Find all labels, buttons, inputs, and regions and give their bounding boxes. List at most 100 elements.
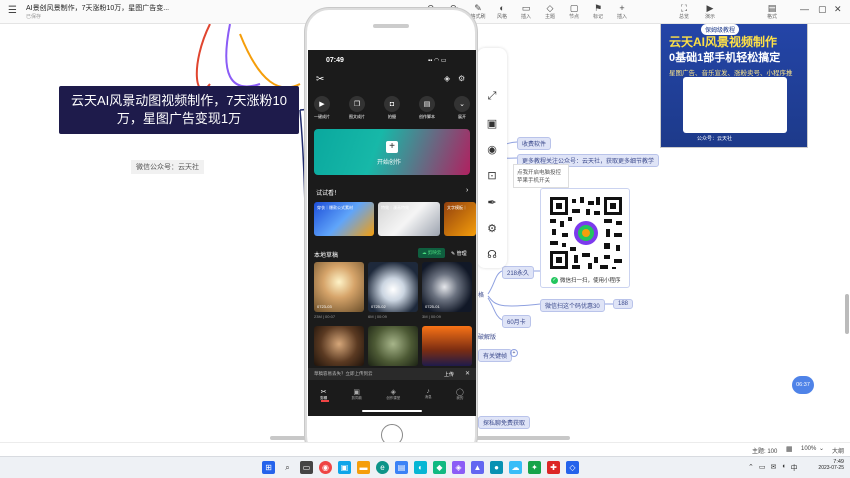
nav-profile[interactable]: ◯ 我的 — [456, 388, 464, 401]
try-card-1[interactable]: 穿衣｜爆款公式素材 — [314, 202, 374, 236]
upload-button[interactable]: 上传 — [444, 371, 454, 378]
coupon-price-node[interactable]: 188 — [613, 299, 634, 309]
app-icon-teal[interactable]: ◐ — [414, 461, 427, 474]
app-icon-indigo[interactable]: ▲ — [471, 461, 484, 474]
draft-item-4[interactable] — [314, 326, 364, 366]
close-button[interactable]: ✕ — [834, 4, 842, 15]
collapse-toggle-icon[interactable]: + — [510, 349, 518, 357]
central-node[interactable]: 云天AI风景动图视频制作，7天涨粉10万，星图广告变现1万 — [59, 86, 299, 134]
system-tray: ⌃ ▭ ✉ ◖ 中 — [748, 463, 798, 473]
chrome-icon[interactable]: ◉ — [319, 461, 332, 474]
zoom-level[interactable]: 100% — [801, 446, 816, 452]
plus-icon: + — [619, 3, 625, 13]
status-bar: 主题: 100 ▦ 100% ⌄ 大纲 — [0, 442, 850, 456]
folder-icon[interactable]: ▬ — [357, 461, 370, 474]
pen-icon[interactable]: ✒ — [484, 194, 500, 210]
store-icon[interactable]: ▤ — [395, 461, 408, 474]
quick-action-script[interactable]: ▤ 创作脚本 — [419, 96, 435, 120]
menu-icon[interactable]: ☰ — [8, 5, 17, 16]
month-card-node[interactable]: 60月卡 — [502, 315, 531, 328]
volume-icon[interactable]: ◖ — [781, 463, 785, 473]
coupon-node[interactable]: 微信扫这个码优惠30 — [540, 299, 605, 312]
wechat-node[interactable]: 微信公众号：云天社 — [131, 160, 204, 174]
map-icon[interactable]: ▦ — [786, 445, 793, 453]
headset-icon[interactable]: ☊ — [484, 246, 500, 262]
quick-action-shoot[interactable]: ◘ 拍摄 — [384, 96, 400, 120]
nav-messages[interactable]: ♪ 消息 — [425, 388, 432, 400]
maximize-button[interactable]: ▢ — [818, 4, 827, 15]
quick-action-imagetext[interactable]: ❐ 图文成片 — [349, 96, 365, 120]
app-icon-mindmap[interactable]: ◇ — [566, 461, 579, 474]
draft-meta-2: 6M | 00:09 — [368, 314, 387, 319]
nav-template[interactable]: ▣ 剪同款 — [351, 388, 362, 401]
insert-button[interactable]: ▭ 插入 — [514, 1, 538, 23]
help-icon[interactable]: ◈ — [444, 74, 450, 83]
format-icon: ▤ — [767, 3, 777, 13]
poster-image[interactable]: 保姆级教程 云天AI风景视频制作 0基础1部手机轻松搞定 星图广告、音乐宣发、涨… — [660, 24, 808, 148]
app-icon-lime[interactable]: ✦ — [528, 461, 541, 474]
ime-icon[interactable]: 中 — [791, 463, 798, 473]
style-button[interactable]: ◐ 风格 — [490, 1, 514, 23]
try-card-3[interactable]: 文字模板｜ — [444, 202, 476, 236]
app-icon-sky[interactable]: ☁ — [509, 461, 522, 474]
draft-item-5[interactable] — [368, 326, 418, 366]
app-icon-purple[interactable]: ◈ — [452, 461, 465, 474]
overview-button[interactable]: ⛶ 总览 — [672, 1, 696, 23]
edge-icon[interactable]: e — [376, 461, 389, 474]
try-card-2[interactable]: 特效｜漫画特效 — [378, 202, 440, 236]
draft-item-6[interactable] — [422, 326, 472, 366]
app-settings-icon[interactable]: ⚙ — [458, 74, 465, 83]
tray-app-icon[interactable]: ▭ — [759, 463, 766, 473]
save-status: 已保存 — [26, 14, 42, 20]
cloud-button[interactable]: ☁ 剪映云 — [418, 248, 446, 258]
screen-cast-icon[interactable]: ⊡ — [484, 167, 500, 183]
close-prompt-icon[interactable]: ✕ — [465, 370, 470, 377]
draft-item-1[interactable]: 0723-03 — [314, 262, 364, 312]
present-button[interactable]: ▶ 演示 — [698, 1, 722, 23]
zoom-chevron-icon[interactable]: ⌄ — [819, 445, 824, 452]
qr-caption: ✓ 微信扫一扫，使用小程序 — [551, 276, 621, 284]
search-icon[interactable]: ⌕ — [281, 461, 294, 474]
fullscreen-icon[interactable]: ⤢ — [484, 88, 500, 104]
quick-action-oneclick[interactable]: ▶ 一键成片 — [314, 96, 330, 120]
start-creating-button[interactable]: + 开始创作 — [314, 129, 470, 175]
fragment-node-b[interactable]: 破解版 — [478, 332, 496, 341]
app-icon-blue[interactable]: ▣ — [338, 461, 351, 474]
tray-chevron-icon[interactable]: ⌃ — [748, 463, 754, 473]
draft-item-3[interactable]: 0725-01 — [422, 262, 472, 312]
fragment-node-a[interactable]: 格 — [478, 290, 484, 299]
chevron-right-icon[interactable]: › — [466, 187, 468, 194]
record-icon[interactable]: ◉ — [484, 141, 500, 157]
outline-toggle[interactable]: 大纲 — [832, 446, 844, 455]
theme-button[interactable]: ◇ 主题 — [538, 1, 562, 23]
poster-tags: 星图广告、音乐宣发、涨粉卖号、小程序推 — [669, 70, 793, 77]
format-button[interactable]: ▤ 格式 — [760, 1, 784, 23]
paid-software-node[interactable]: 收费软件 — [517, 137, 552, 150]
plus-button[interactable]: + 插入 — [610, 1, 634, 23]
fragment-node-c[interactable]: 有关键帧 — [478, 349, 513, 362]
screenshot-icon[interactable]: ▣ — [484, 115, 500, 131]
draft-item-2[interactable]: 0725-02 — [368, 262, 418, 312]
permanent-node[interactable]: 218永久 — [502, 266, 535, 279]
float-time-badge[interactable]: 06:37 — [792, 376, 814, 394]
nav-edit[interactable]: ✂ 剪辑 — [320, 388, 327, 401]
quick-action-expand[interactable]: ⌄ 展开 — [454, 96, 470, 120]
windows-start-icon[interactable]: ⊞ — [262, 461, 275, 474]
node-button[interactable]: ▢ 节点 — [562, 1, 586, 23]
minimize-button[interactable]: — — [800, 4, 809, 14]
draft-meta-1: 23M | 00:07 — [314, 314, 336, 319]
app-icon-red[interactable]: ✚ — [547, 461, 560, 474]
manage-button[interactable]: ✎ 管理 — [451, 250, 467, 257]
fragment-node-d[interactable]: 探私聊免费获取 — [478, 416, 531, 429]
vertical-scrollbar[interactable] — [845, 294, 849, 334]
clock-area[interactable]: 7:49 2023-07-25 — [812, 459, 844, 471]
settings-icon[interactable]: ⚙ — [484, 220, 500, 236]
tray-app-icon-2[interactable]: ✉ — [771, 463, 777, 473]
mark-button[interactable]: ⚑ 标记 — [586, 1, 610, 23]
nav-class[interactable]: ◈ 创作课堂 — [386, 388, 400, 401]
drafts-label[interactable]: 本地草稿 — [314, 250, 338, 259]
app-icon-green[interactable]: ◆ — [433, 461, 446, 474]
bell-icon: ♪ — [426, 388, 430, 395]
app-icon-cyan[interactable]: ● — [490, 461, 503, 474]
task-view-icon[interactable]: ▭ — [300, 461, 313, 474]
